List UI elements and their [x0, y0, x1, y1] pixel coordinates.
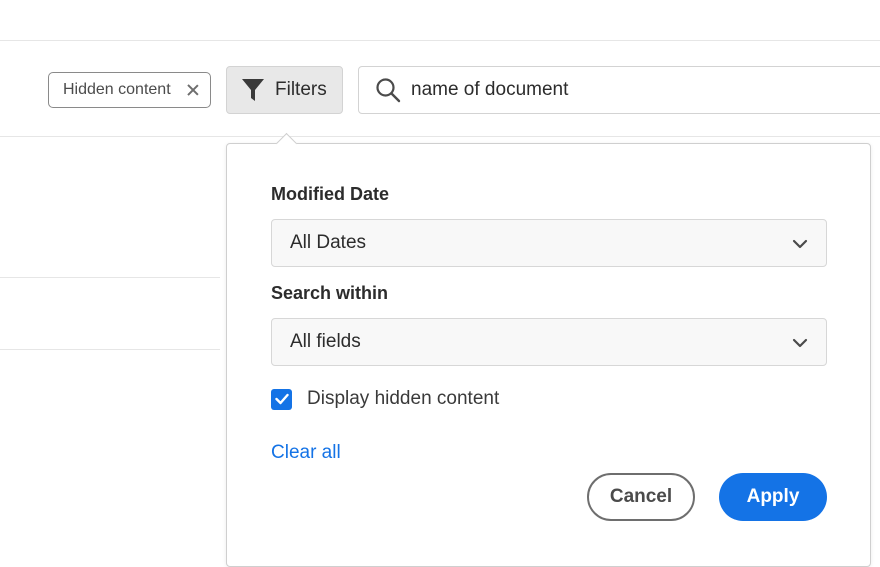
divider-top: [0, 40, 880, 41]
divider-row-2: [0, 349, 220, 350]
modified-date-label: Modified Date: [271, 184, 390, 204]
clear-all-link[interactable]: Clear all: [271, 442, 341, 464]
hidden-content-chip: Hidden content: [48, 72, 211, 108]
display-hidden-content-checkbox[interactable]: [271, 388, 292, 410]
filters-button-label: Filters: [275, 79, 327, 100]
divider-toolbar-bottom: [0, 136, 880, 137]
close-icon[interactable]: [186, 83, 200, 97]
modified-date-select[interactable]: All Dates: [271, 219, 827, 267]
apply-button[interactable]: Apply: [719, 473, 827, 521]
filters-popover: Modified Date All Dates Search within Al…: [226, 132, 871, 567]
search-icon: [376, 78, 401, 103]
chevron-down-icon: [792, 239, 808, 249]
modified-date-value: All Dates: [290, 232, 367, 253]
display-hidden-content-row: Display hidden content: [271, 388, 499, 410]
cancel-button[interactable]: Cancel: [587, 473, 695, 521]
search-within-label: Search within: [271, 283, 389, 303]
search-within-select[interactable]: All fields: [271, 318, 827, 366]
chip-label: Hidden content: [63, 81, 171, 98]
divider-row-1: [0, 277, 220, 278]
filters-button[interactable]: Filters: [226, 66, 343, 114]
search-field[interactable]: [358, 66, 880, 114]
checkmark-icon: [274, 393, 289, 405]
chevron-down-icon: [792, 338, 808, 348]
search-input[interactable]: [411, 79, 831, 101]
search-within-value: All fields: [290, 331, 361, 352]
filter-funnel-icon: [242, 79, 264, 101]
display-hidden-content-label: Display hidden content: [307, 388, 500, 409]
